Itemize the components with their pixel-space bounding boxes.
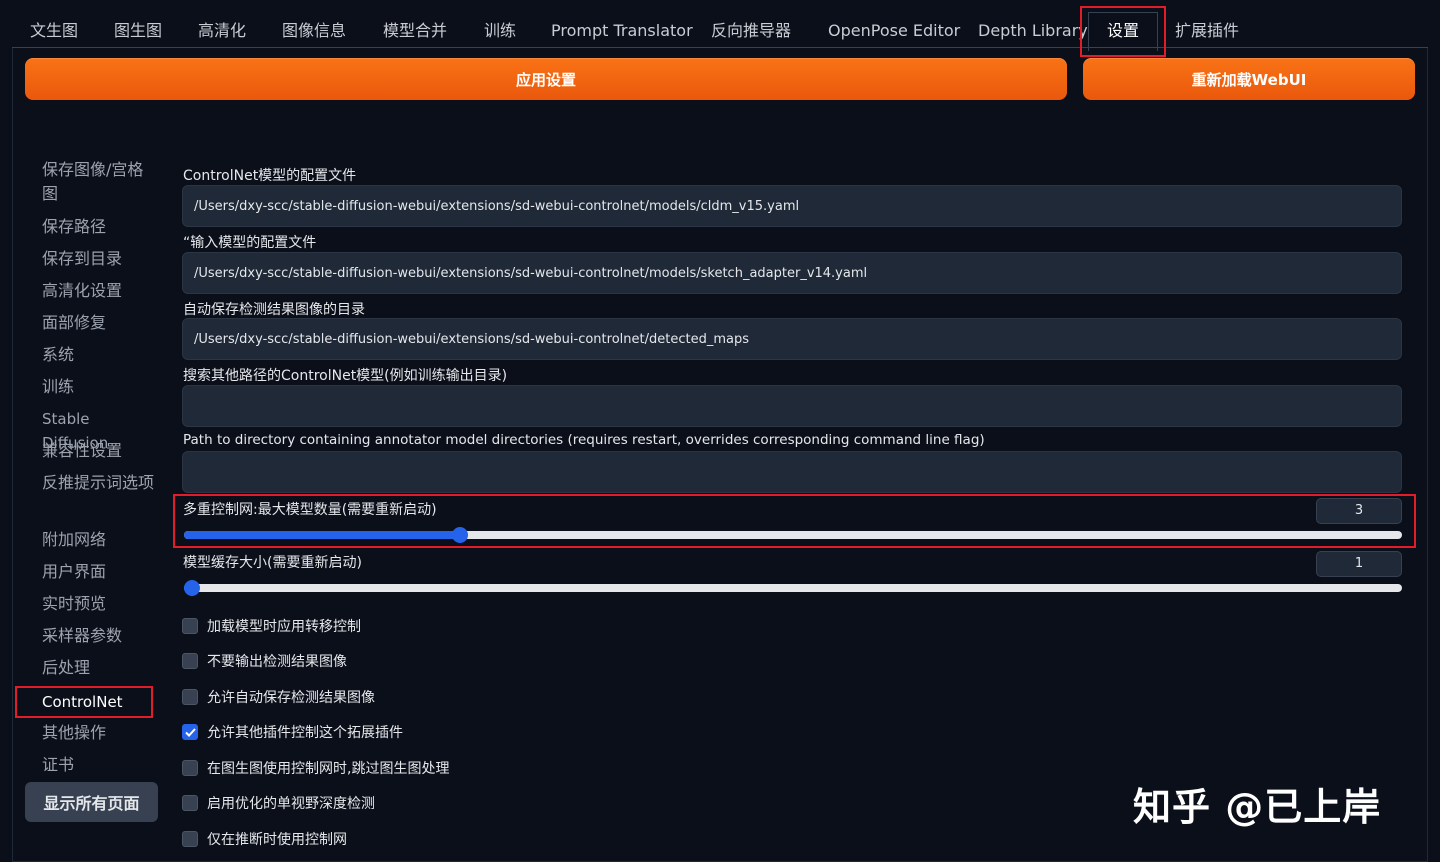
checkbox[interactable] — [182, 618, 198, 634]
tab-img2img[interactable]: 图生图 — [114, 14, 162, 48]
tab-settings[interactable]: 设置 — [1107, 14, 1139, 48]
sidebar-item-system[interactable]: 系统 — [42, 343, 154, 367]
checkbox-row[interactable]: 不要输出检测结果图像 — [182, 651, 347, 671]
detected-dir-label: 自动保存检测结果图像的目录 — [183, 302, 365, 318]
sidebar-item-live-preview[interactable]: 实时预览 — [42, 592, 154, 616]
checkbox[interactable] — [182, 831, 198, 847]
sidebar-item-upscaling[interactable]: 高清化设置 — [42, 279, 154, 303]
sidebar-item-actions[interactable]: 其他操作 — [42, 721, 154, 745]
checkbox-label: 在图生图使用控制网时,跳过图生图处理 — [207, 761, 450, 777]
checkbox[interactable] — [182, 724, 198, 740]
checkbox-label: 启用优化的单视野深度检测 — [207, 796, 375, 812]
checkbox-row[interactable]: 在图生图使用控制网时,跳过图生图处理 — [182, 758, 449, 778]
checkbox[interactable] — [182, 689, 198, 705]
reload-webui-button[interactable]: 重新加载WebUI — [1083, 58, 1415, 100]
sidebar-item-sampler-params[interactable]: 采样器参数 — [42, 624, 154, 648]
apply-settings-button[interactable]: 应用设置 — [25, 58, 1067, 100]
extra-models-path-input[interactable] — [182, 385, 1402, 427]
sidebar-item-interrogate[interactable]: 反推提示词选项 — [42, 471, 154, 495]
config-file-label: ControlNet模型的配置文件 — [183, 168, 357, 184]
sidebar-item-licenses[interactable]: 证书 — [42, 753, 154, 777]
check-icon — [184, 727, 196, 737]
tab-interrogator[interactable]: 反向推导器 — [711, 14, 791, 48]
cache-size-slider-thumb[interactable] — [184, 580, 200, 596]
cache-size-number[interactable]: 1 — [1316, 551, 1402, 577]
checkbox-label: 仅在推断时使用控制网 — [207, 832, 347, 848]
tab-txt2img[interactable]: 文生图 — [30, 14, 78, 48]
checkbox-label: 允许自动保存检测结果图像 — [207, 690, 375, 706]
tab-bar: 文生图 图生图 高清化 图像信息 模型合并 训练 Prompt Translat… — [0, 0, 1440, 51]
max-models-label: 多重控制网:最大模型数量(需要重新启动) — [183, 502, 437, 518]
sidebar-item-extra-networks[interactable]: 附加网络 — [42, 528, 154, 552]
extra-models-path-label: 搜索其他路径的ControlNet模型(例如训练输出目录) — [183, 368, 508, 384]
sidebar-item-save-paths[interactable]: 保存路径 — [42, 215, 154, 239]
sidebar-item-face-restoration[interactable]: 面部修复 — [42, 311, 154, 335]
cache-size-slider[interactable] — [184, 580, 1402, 596]
tab-openpose-editor[interactable]: OpenPose Editor — [828, 14, 960, 48]
checkbox-row[interactable]: 允许自动保存检测结果图像 — [182, 687, 375, 707]
adapter-config-input[interactable] — [182, 252, 1402, 294]
tab-model-merge[interactable]: 模型合并 — [383, 14, 447, 48]
adapter-config-label: “输入模型的配置文件 — [183, 235, 317, 251]
annotator-path-input[interactable] — [182, 451, 1402, 493]
checkbox-label: 允许其他插件控制这个拓展插件 — [207, 725, 403, 741]
sidebar-item-training[interactable]: 训练 — [42, 375, 154, 399]
show-all-pages-button[interactable]: 显示所有页面 — [25, 782, 158, 822]
detected-dir-input[interactable] — [182, 318, 1402, 360]
annotator-path-label: Path to directory containing annotator m… — [183, 432, 985, 448]
checkbox[interactable] — [182, 653, 198, 669]
tab-depth-library[interactable]: Depth Library — [978, 14, 1088, 48]
sidebar-item-controlnet[interactable]: ControlNet — [42, 690, 154, 714]
sidebar-item-postprocessing[interactable]: 后处理 — [42, 656, 154, 680]
sidebar-item-save-to-dirs[interactable]: 保存到目录 — [42, 247, 154, 271]
max-models-slider[interactable] — [184, 527, 1402, 543]
cache-size-label: 模型缓存大小(需要重新启动) — [183, 555, 362, 571]
sidebar-item-user-interface[interactable]: 用户界面 — [42, 560, 154, 584]
sidebar-item-save-images[interactable]: 保存图像/宫格图 — [42, 158, 154, 206]
max-models-number[interactable]: 3 — [1316, 498, 1402, 524]
checkbox-row[interactable]: 加载模型时应用转移控制 — [182, 616, 361, 636]
checkbox-label: 不要输出检测结果图像 — [207, 654, 347, 670]
checkbox-label: 加载模型时应用转移控制 — [207, 619, 361, 635]
max-models-slider-fill — [184, 531, 461, 539]
sidebar-item-compatibility[interactable]: 兼容性设置 — [42, 439, 154, 463]
tab-prompt-translator[interactable]: Prompt Translator — [551, 14, 693, 48]
checkbox[interactable] — [182, 760, 198, 776]
tab-train[interactable]: 训练 — [484, 14, 516, 48]
checkbox[interactable] — [182, 795, 198, 811]
watermark: 知乎 @已上岸 — [1133, 785, 1382, 829]
tab-image-info[interactable]: 图像信息 — [282, 14, 346, 48]
tab-extensions[interactable]: 扩展插件 — [1175, 14, 1239, 48]
checkbox-row[interactable]: 允许其他插件控制这个拓展插件 — [182, 722, 403, 742]
tab-upscale[interactable]: 高清化 — [198, 14, 246, 48]
config-file-input[interactable] — [182, 185, 1402, 227]
checkbox-row[interactable]: 启用优化的单视野深度检测 — [182, 793, 375, 813]
checkbox-row[interactable]: 仅在推断时使用控制网 — [182, 829, 347, 849]
